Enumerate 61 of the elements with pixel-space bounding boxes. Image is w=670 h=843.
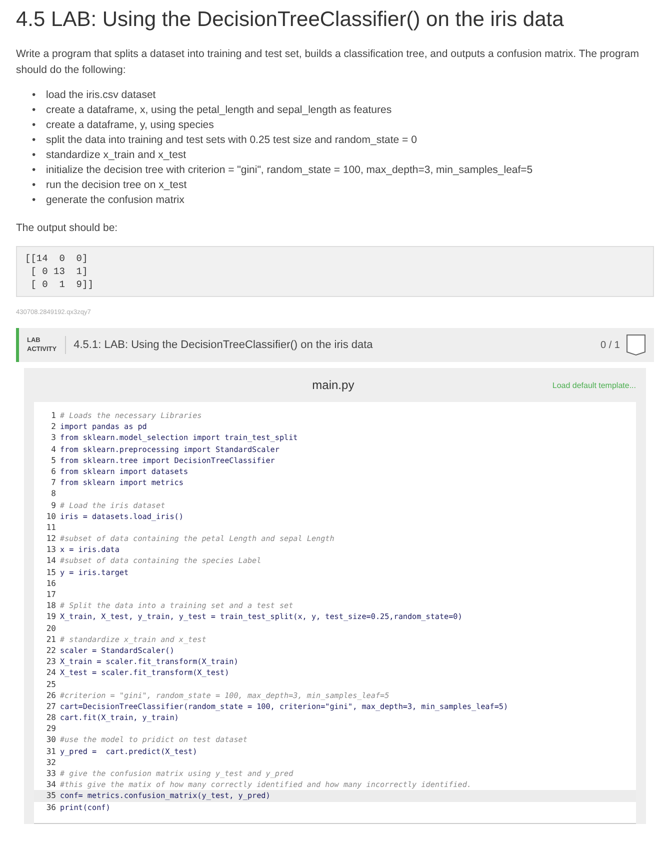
line-number: 28 [45, 712, 57, 724]
line-number: 26 [45, 690, 57, 701]
file-name: main.py [311, 378, 356, 392]
page-title: 4.5 LAB: Using the DecisionTreeClassifier() on the iris data [16, 8, 565, 32]
bullet-mark: • [32, 133, 37, 148]
bullet-mark: • [32, 163, 37, 178]
line-number: 23 [45, 656, 57, 668]
line-number: 21 [45, 634, 57, 645]
step-item: create a dataframe, x, using the petal_length and sepal_length as features [46, 103, 392, 118]
line-number: 9 [50, 500, 57, 511]
line-number: 34 [45, 779, 57, 790]
line-number: 24 [45, 667, 57, 678]
line-number: 15 [45, 566, 57, 578]
step-item: split the data into training and test sets with 0.25 test size and random_state = 0 [46, 133, 417, 148]
load-template-link[interactable]: Load default template... [552, 380, 636, 390]
line-number: 13 [45, 544, 57, 556]
line-number: 12 [45, 533, 57, 544]
bullet-mark: • [32, 118, 37, 133]
line-number: 10 [45, 510, 57, 522]
output-label: The output should be: [16, 221, 119, 236]
line-number: 36 [45, 802, 57, 813]
line-number: 1 [50, 410, 57, 422]
line-number: 5 [50, 454, 57, 466]
line-number: 16 [45, 578, 57, 589]
line-number: 19 [45, 611, 57, 623]
expected-output: [[14 0 0] [ 0 13 1] [ 0 1 9]] [16, 246, 654, 297]
line-number: 11 [45, 522, 57, 534]
step-item: create a dataframe, y, using species [46, 118, 214, 133]
line-number: 2 [50, 421, 57, 432]
line-number: 8 [50, 488, 57, 500]
step-item: load the iris.csv dataset [46, 88, 156, 103]
bullet-mark: • [32, 88, 37, 103]
line-number: 6 [50, 466, 57, 478]
line-number: 7 [50, 477, 57, 488]
line-number: 3 [50, 432, 57, 444]
line-number: 33 [45, 768, 57, 780]
bullet-mark: • [32, 193, 37, 208]
line-number: 27 [45, 700, 57, 712]
line-number: 30 [45, 734, 57, 746]
bullet-mark: • [32, 148, 37, 163]
line-number: 31 [45, 746, 57, 757]
bullet-mark: • [32, 178, 37, 193]
line-number: 25 [45, 678, 57, 690]
bullet-mark: • [32, 103, 37, 118]
instructions-text: Write a program that splits a dataset into training and test set, builds a classification tree, and outputs a confusion matrix. The program should do the following: [16, 47, 640, 78]
activity-title: 4.5.1: LAB: Using the DecisionTreeClassifier() on the iris data [74, 339, 374, 351]
step-item: initialize the decision tree with criterion = "gini", random_state = 100, max_depth=3, min_samples_leaf=5 [46, 163, 533, 178]
line-number: 35 [45, 790, 57, 802]
step-item: standardize x_train and x_test [46, 148, 186, 163]
line-number: 32 [45, 756, 57, 768]
line-number: 17 [45, 589, 57, 600]
step-item: generate the confusion matrix [46, 193, 184, 208]
line-number: 4 [50, 444, 57, 455]
line-number: 22 [45, 644, 57, 656]
line-number: 14 [45, 555, 57, 567]
line-number: 29 [45, 723, 57, 734]
line-number: 18 [45, 600, 57, 612]
line-number: 20 [45, 622, 57, 634]
badge-outline-icon [626, 334, 646, 356]
step-item: run the decision tree on x_test [46, 178, 187, 193]
score-text: 0 / 1 [600, 340, 620, 350]
